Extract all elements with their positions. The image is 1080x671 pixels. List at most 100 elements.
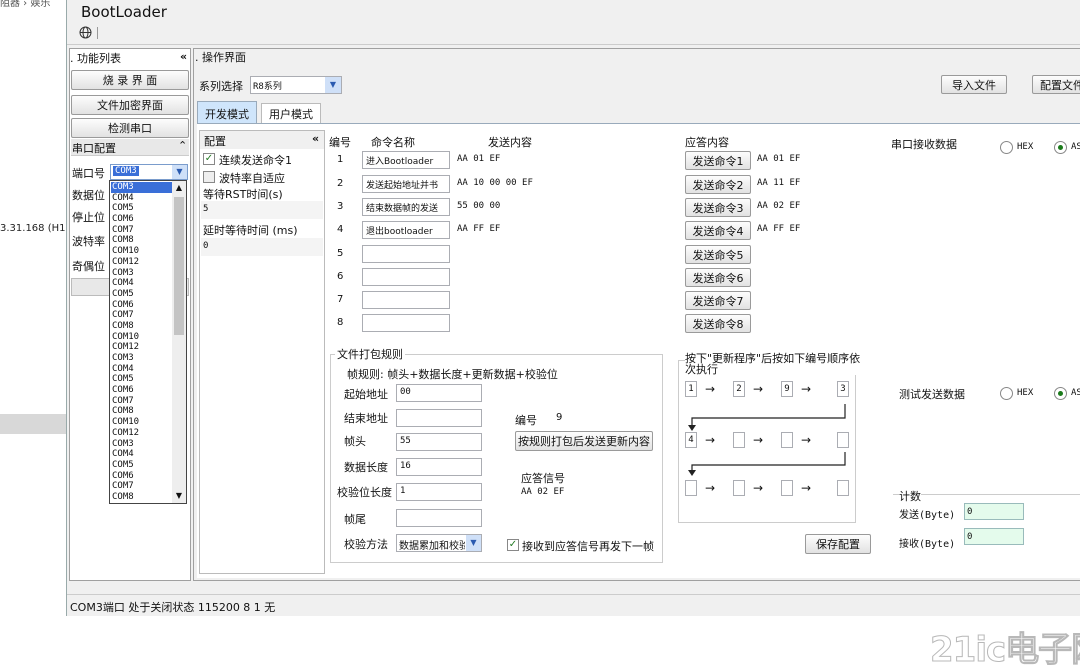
send-command-button[interactable]: 发送命令4 (685, 221, 751, 240)
config-file-button[interactable]: 配置文件 (1032, 75, 1080, 94)
rst-wait-input[interactable]: 5 (201, 201, 323, 219)
check-method-select[interactable]: 数据累加和校验 ▼ (396, 534, 482, 552)
cmd-name-input[interactable]: 发送起始地址并书 (362, 175, 450, 193)
save-config-button[interactable]: 保存配置 (805, 534, 871, 554)
scroll-up-icon[interactable]: ▲ (172, 181, 186, 195)
port-option[interactable]: COM4 (111, 449, 173, 460)
cmd-name-input[interactable]: 退出bootloader (362, 221, 450, 239)
continuous-send-checkbox[interactable]: ✓ (203, 153, 215, 165)
sidebar-collapse-icon[interactable]: « (180, 50, 187, 63)
data-length-input[interactable]: 16 (396, 458, 482, 476)
order-step-box[interactable] (781, 480, 793, 496)
check-method-arrow-icon[interactable]: ▼ (466, 535, 481, 551)
series-dropdown-arrow-icon[interactable]: ▼ (325, 77, 341, 93)
frame-head-input[interactable]: 55 (396, 433, 482, 451)
send-command-button[interactable]: 发送命令3 (685, 198, 751, 217)
cmd-reply-input[interactable] (755, 268, 881, 286)
port-option[interactable]: COM10 (111, 332, 173, 343)
baud-adaptive-checkbox[interactable] (203, 171, 215, 183)
tab-user-mode[interactable]: 用户模式 (261, 103, 321, 123)
send-command-button[interactable]: 发送命令1 (685, 151, 751, 170)
order-step-box[interactable]: 9 (781, 381, 793, 397)
port-option[interactable]: COM7 (111, 225, 173, 236)
send-command-button[interactable]: 发送命令7 (685, 291, 751, 310)
cmd-content-input[interactable]: AA 01 EF (455, 151, 665, 169)
series-select[interactable]: R8系列 ▼ (250, 76, 342, 94)
cmd-name-input[interactable] (362, 314, 450, 332)
port-option[interactable]: COM3 (111, 439, 173, 450)
port-option[interactable]: COM3 (111, 353, 173, 364)
port-option[interactable]: COM5 (111, 203, 173, 214)
cmd-content-input[interactable]: 55 00 00 (455, 198, 665, 216)
port-option[interactable]: COM7 (111, 310, 173, 321)
pack-send-button[interactable]: 按规则打包后发送更新内容 (515, 431, 653, 451)
globe-icon[interactable] (79, 26, 92, 39)
import-file-button[interactable]: 导入文件 (941, 75, 1007, 94)
port-option[interactable]: COM10 (111, 246, 173, 257)
order-step-box[interactable] (837, 432, 849, 448)
port-option[interactable]: COM6 (111, 300, 173, 311)
recv-data-area[interactable] (891, 160, 1080, 368)
cmd-content-input[interactable]: AA FF EF (455, 221, 665, 239)
cmd-name-input[interactable] (362, 291, 450, 309)
test-hex-radio[interactable] (1000, 387, 1013, 400)
delay-wait-input[interactable]: 0 (201, 238, 323, 256)
port-option[interactable]: COM8 (111, 406, 173, 417)
send-command-button[interactable]: 发送命令6 (685, 268, 751, 287)
cmd-name-input[interactable]: 结束数据帧的发送 (362, 198, 450, 216)
cmd-reply-input[interactable]: AA 11 EF (755, 175, 881, 193)
port-option[interactable]: COM6 (111, 385, 173, 396)
order-step-box[interactable] (837, 480, 849, 496)
test-asc-radio[interactable] (1054, 387, 1067, 400)
cmd-content-input[interactable] (455, 314, 665, 332)
send-command-button[interactable]: 发送命令2 (685, 175, 751, 194)
burn-page-button[interactable]: 烧 录 界 面 (71, 70, 189, 90)
port-option[interactable]: COM6 (111, 471, 173, 482)
cmd-content-input[interactable] (455, 268, 665, 286)
order-step-box[interactable] (733, 432, 745, 448)
config-collapse-icon[interactable]: « (312, 132, 319, 145)
tab-dev-mode[interactable]: 开发模式 (197, 101, 257, 123)
frame-tail-input[interactable] (396, 509, 482, 527)
cmd-name-input[interactable] (362, 245, 450, 263)
cmd-reply-input[interactable]: AA 02 EF (755, 198, 881, 216)
port-option[interactable]: COM12 (111, 342, 173, 353)
order-step-box[interactable] (733, 480, 745, 496)
cmd-name-input[interactable]: 进入Bootloader (362, 151, 450, 169)
cmd-reply-input[interactable] (755, 291, 881, 309)
port-option[interactable]: COM7 (111, 396, 173, 407)
recv-asc-radio[interactable] (1054, 141, 1067, 154)
port-option[interactable]: COM8 (111, 321, 173, 332)
serial-config-toggle-icon[interactable]: ⌃ (178, 139, 187, 152)
dropdown-scrollbar[interactable]: ▲ ▼ (172, 181, 186, 503)
port-option[interactable]: COM5 (111, 289, 173, 300)
cmd-reply-input[interactable]: AA FF EF (755, 221, 881, 239)
port-option[interactable]: COM10 (111, 417, 173, 428)
port-option[interactable]: COM3 (111, 182, 173, 193)
cmd-reply-input[interactable] (755, 314, 881, 332)
test-send-area[interactable] (891, 412, 1080, 482)
port-option[interactable]: COM8 (111, 235, 173, 246)
send-command-button[interactable]: 发送命令8 (685, 314, 751, 333)
wait-reply-checkbox[interactable]: ✓ (507, 539, 519, 551)
port-option[interactable]: COM4 (111, 364, 173, 375)
port-option[interactable]: COM7 (111, 481, 173, 492)
port-option[interactable]: COM5 (111, 460, 173, 471)
port-option[interactable]: COM5 (111, 374, 173, 385)
cmd-name-input[interactable] (362, 268, 450, 286)
scroll-thumb[interactable] (174, 197, 184, 335)
cmd-content-input[interactable] (455, 245, 665, 263)
check-length-input[interactable]: 1 (396, 483, 482, 501)
port-option[interactable]: COM12 (111, 428, 173, 439)
scroll-down-icon[interactable]: ▼ (172, 489, 186, 503)
cmd-reply-input[interactable]: AA 01 EF (755, 151, 881, 169)
order-step-box[interactable]: 4 (685, 432, 697, 448)
order-step-box[interactable] (781, 432, 793, 448)
start-addr-input[interactable]: 00 (396, 384, 482, 402)
reply-signal-box[interactable]: AA 02 EF (519, 484, 655, 526)
cmd-content-input[interactable] (455, 291, 665, 309)
port-select[interactable]: COM3 ▼ (110, 164, 188, 180)
order-step-box[interactable] (685, 480, 697, 496)
port-option[interactable]: COM4 (111, 278, 173, 289)
port-dropdown-arrow-icon[interactable]: ▼ (172, 165, 187, 179)
